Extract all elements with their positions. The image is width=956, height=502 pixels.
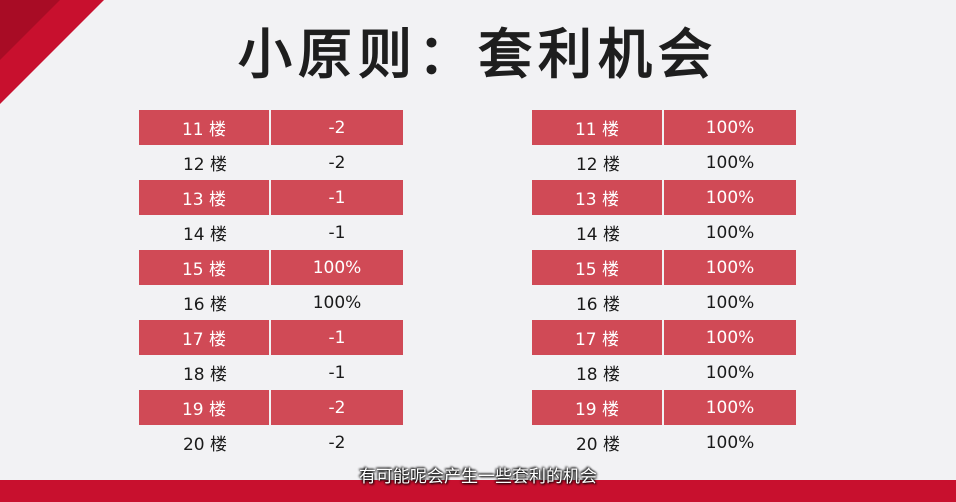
- table-row: 17 楼 -1: [139, 320, 403, 355]
- floor-cell: 15 楼: [139, 250, 271, 285]
- table-row: 14 楼 -1: [139, 215, 403, 250]
- floor-cell: 12 楼: [182, 155, 228, 175]
- floor-cell: 20 楼: [182, 435, 228, 455]
- value-cell: -2: [271, 110, 403, 145]
- value-cell: -1: [328, 362, 346, 383]
- value-cell: 100%: [705, 362, 755, 383]
- floor-table-right: 11 楼 100% 12 楼 100% 13 楼 100% 14 楼 100% 15 楼 100%…: [532, 110, 796, 460]
- floor-cell: 14 楼: [575, 225, 621, 245]
- value-cell: 100%: [664, 250, 796, 285]
- table-row: 16 楼 100%: [532, 285, 796, 320]
- value-cell: 100%: [664, 390, 796, 425]
- floor-table-left: 11 楼 -2 12 楼 -2 13 楼 -1 14 楼 -1 15 楼 100% 16 楼 100%…: [139, 110, 403, 460]
- table-row: 18 楼 -1: [139, 355, 403, 390]
- floor-cell: 11 楼: [532, 110, 664, 145]
- table-row: 12 楼 100%: [532, 145, 796, 180]
- table-row: 13 楼 100%: [532, 180, 796, 215]
- floor-cell: 16 楼: [182, 295, 228, 315]
- value-cell: -2: [328, 432, 346, 453]
- table-row: 20 楼 100%: [532, 425, 796, 460]
- table-row: 17 楼 100%: [532, 320, 796, 355]
- table-row: 15 楼 100%: [139, 250, 403, 285]
- floor-cell: 19 楼: [139, 390, 271, 425]
- value-cell: -1: [271, 180, 403, 215]
- table-row: 14 楼 100%: [532, 215, 796, 250]
- value-cell: 100%: [271, 250, 403, 285]
- table-row: 19 楼 100%: [532, 390, 796, 425]
- value-cell: 100%: [705, 432, 755, 453]
- page-title: 小原则：套利机会: [238, 23, 718, 86]
- floor-cell: 18 楼: [182, 365, 228, 385]
- table-row: 13 楼 -1: [139, 180, 403, 215]
- floor-cell: 15 楼: [532, 250, 664, 285]
- value-cell: -2: [328, 152, 346, 173]
- floor-cell: 17 楼: [532, 320, 664, 355]
- table-row: 20 楼 -2: [139, 425, 403, 460]
- floor-cell: 13 楼: [139, 180, 271, 215]
- floor-cell: 12 楼: [575, 155, 621, 175]
- floor-cell: 13 楼: [532, 180, 664, 215]
- table-row: 18 楼 100%: [532, 355, 796, 390]
- value-cell: 100%: [705, 222, 755, 243]
- floor-cell: 16 楼: [575, 295, 621, 315]
- floor-cell: 20 楼: [575, 435, 621, 455]
- floor-cell: 11 楼: [139, 110, 271, 145]
- value-cell: 100%: [705, 152, 755, 173]
- value-cell: 100%: [705, 292, 755, 313]
- table-row: 19 楼 -2: [139, 390, 403, 425]
- table-row: 11 楼 100%: [532, 110, 796, 145]
- value-cell: 100%: [664, 320, 796, 355]
- floor-cell: 18 楼: [575, 365, 621, 385]
- value-cell: -2: [271, 390, 403, 425]
- floor-cell: 14 楼: [182, 225, 228, 245]
- value-cell: 100%: [664, 110, 796, 145]
- floor-cell: 17 楼: [139, 320, 271, 355]
- value-cell: -1: [271, 320, 403, 355]
- table-row: 12 楼 -2: [139, 145, 403, 180]
- value-cell: -1: [328, 222, 346, 243]
- table-row: 16 楼 100%: [139, 285, 403, 320]
- table-row: 15 楼 100%: [532, 250, 796, 285]
- value-cell: 100%: [312, 292, 362, 313]
- table-row: 11 楼 -2: [139, 110, 403, 145]
- floor-cell: 19 楼: [532, 390, 664, 425]
- value-cell: 100%: [664, 180, 796, 215]
- video-subtitle: 有可能呢会产生一些套利的机会: [359, 467, 597, 487]
